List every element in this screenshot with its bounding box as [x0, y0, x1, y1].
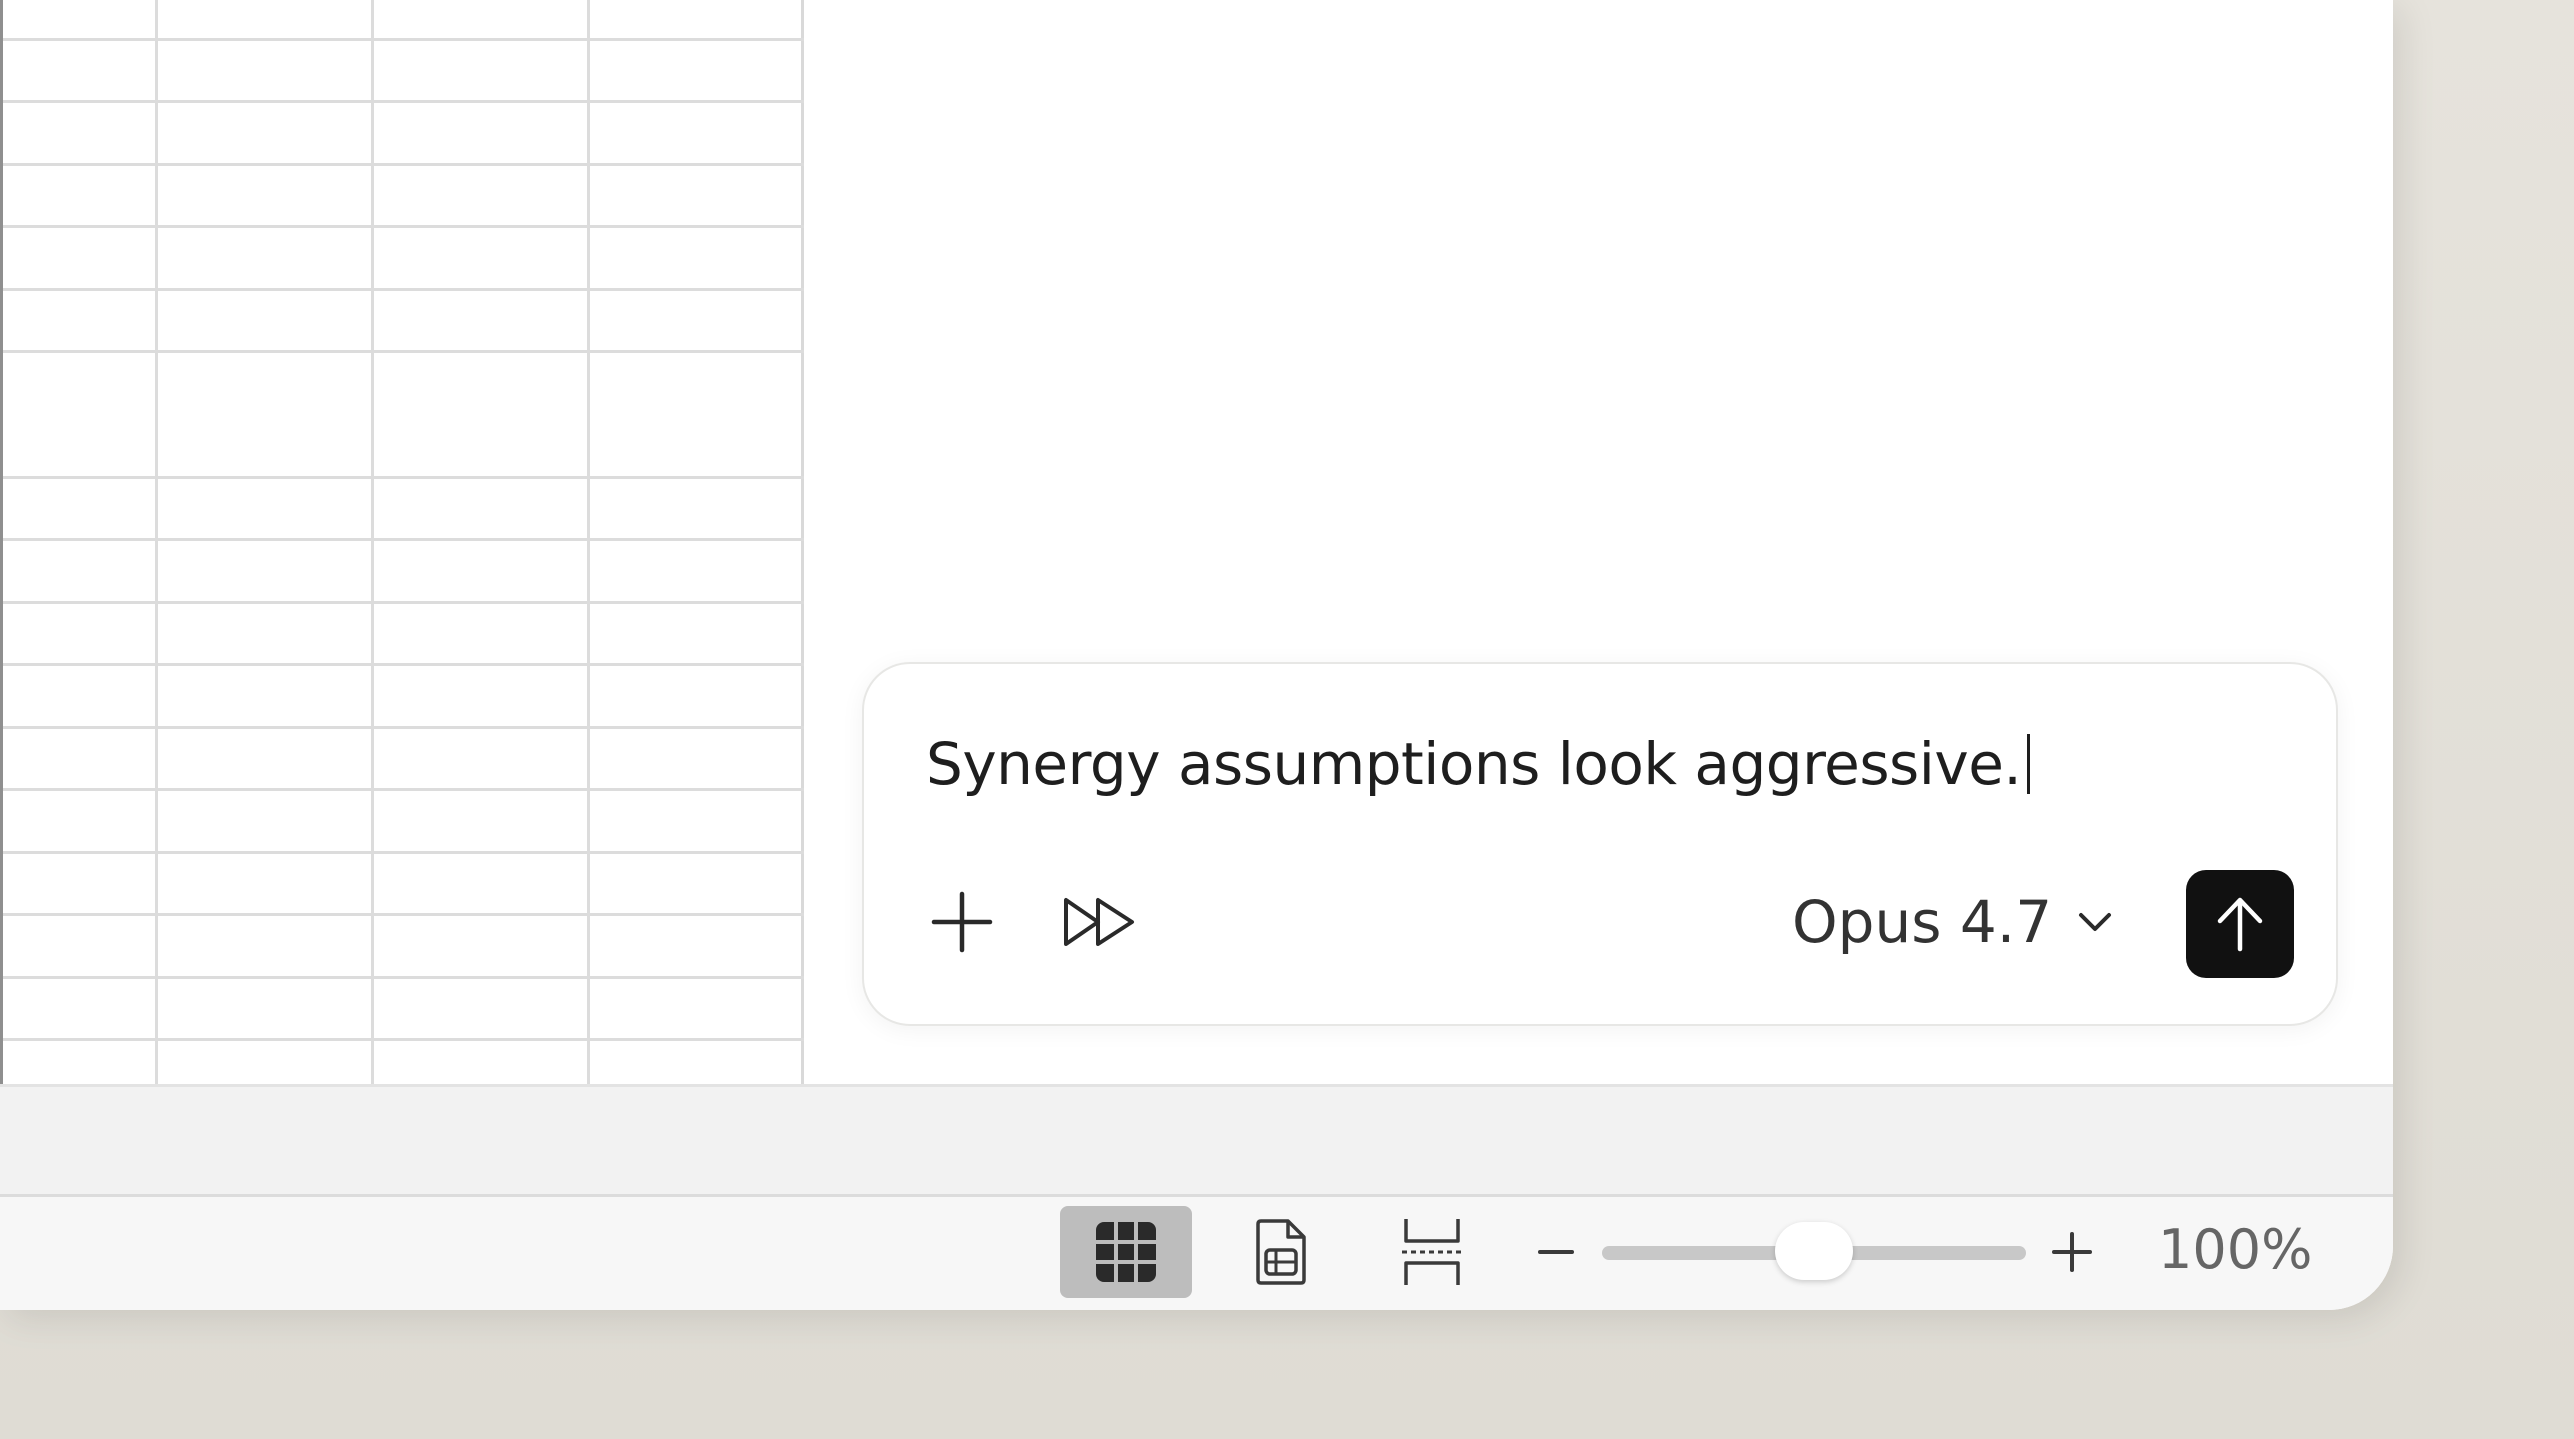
app-window: Synergy assumptions look aggressive. Opu…	[0, 0, 2393, 1310]
grid-row-line	[3, 601, 807, 604]
minus-icon	[1538, 1250, 1574, 1254]
grid-row-line	[3, 851, 807, 854]
zoom-in-button[interactable]	[2050, 1227, 2094, 1277]
arrow-up-icon	[2217, 897, 2263, 952]
normal-view-button[interactable]	[1060, 1206, 1192, 1298]
grid-row-line	[3, 1038, 807, 1041]
spreadsheet-grid[interactable]	[0, 0, 807, 1084]
grid-row-line	[3, 538, 807, 541]
model-label: Opus 4.7	[1792, 888, 2053, 956]
grid-row-line	[3, 350, 807, 353]
page-layout-view-button[interactable]	[1214, 1206, 1346, 1298]
chevron-down-icon	[2079, 913, 2112, 931]
chat-composer: Synergy assumptions look aggressive. Opu…	[862, 662, 2338, 1026]
text-caret	[2027, 734, 2031, 794]
plus-icon	[2052, 1232, 2092, 1272]
grid-row-line	[3, 663, 807, 666]
page-layout-icon	[1256, 1219, 1306, 1285]
fast-forward-icon	[1064, 898, 1134, 946]
grid-row-line	[3, 163, 807, 166]
grid-row-line	[3, 38, 807, 41]
zoom-slider-thumb[interactable]	[1775, 1222, 1853, 1280]
zoom-level-label[interactable]: 100%	[2158, 1218, 2312, 1281]
sheet-tabs-area	[0, 1084, 2393, 1194]
grid-row-line	[3, 225, 807, 228]
grid-row-line	[3, 100, 807, 103]
message-input-text: Synergy assumptions look aggressive.	[926, 730, 2022, 798]
plus-icon	[931, 891, 993, 953]
add-attachment-button[interactable]	[926, 886, 998, 958]
message-input[interactable]: Synergy assumptions look aggressive.	[926, 730, 2031, 798]
grid-row-line	[3, 788, 807, 791]
page-break-view-button[interactable]	[1366, 1206, 1498, 1298]
grid-view-icon	[1096, 1222, 1156, 1282]
model-selector[interactable]: Opus 4.7	[1792, 882, 2112, 962]
grid-row-line	[3, 726, 807, 729]
grid-row-line	[3, 913, 807, 916]
status-bar	[0, 1194, 2393, 1310]
fast-mode-button[interactable]	[1060, 886, 1140, 958]
grid-row-line	[3, 976, 807, 979]
zoom-out-button[interactable]	[1536, 1227, 1576, 1277]
page-break-icon	[1402, 1219, 1462, 1285]
send-button[interactable]	[2186, 870, 2294, 978]
grid-row-line	[3, 288, 807, 291]
grid-row-line	[3, 476, 807, 479]
